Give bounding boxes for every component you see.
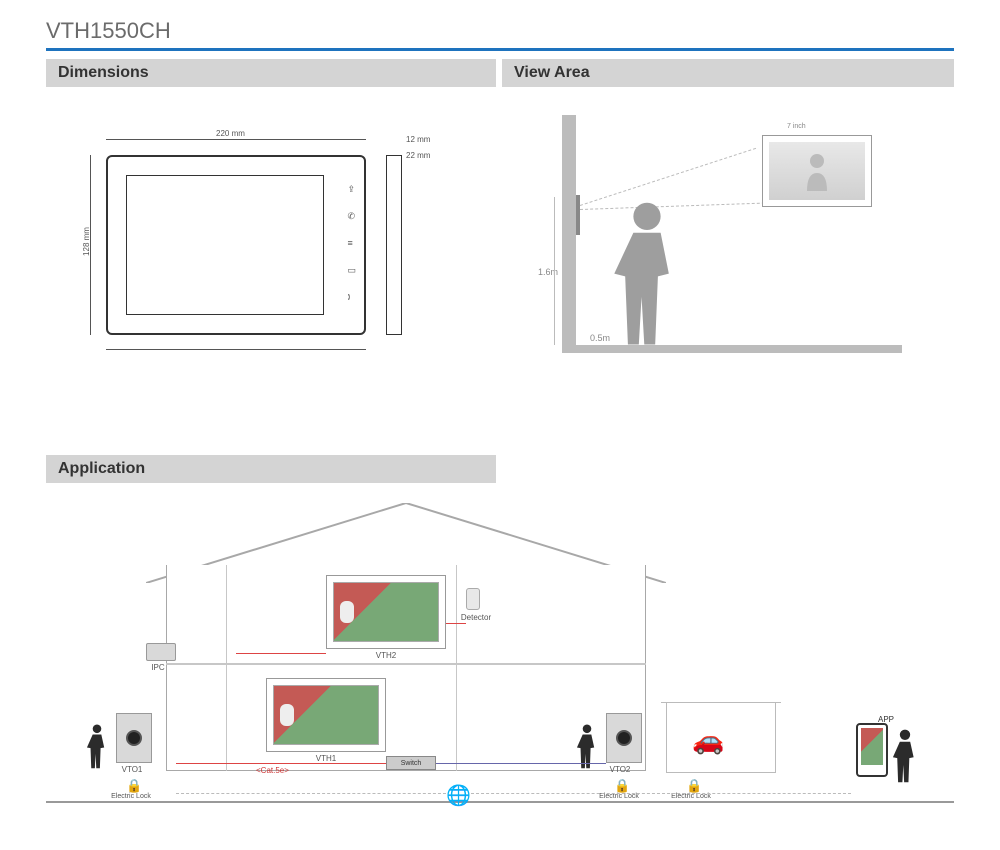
mount-height-label: 1.6m (538, 267, 558, 277)
switch-device: Switch (386, 756, 436, 770)
preview-monitor-screen (769, 142, 865, 200)
height-dim-line (554, 197, 555, 345)
conn-ipc-vth (236, 653, 326, 654)
view-area-header: View Area (502, 59, 954, 87)
monitor-icon: ▭ (347, 266, 356, 275)
top-content-row: 220 mm 128 mm ⇪ ✆ ≡ ▭ 🕽 12 mm 22 mm (46, 105, 954, 375)
phone-icon (856, 723, 888, 777)
device-front-view: ⇪ ✆ ≡ ▭ 🕽 (106, 155, 366, 335)
vto1-label: VTO1 (102, 765, 162, 774)
inner-floor (166, 663, 646, 665)
lock-icon-1: 🔒 (126, 778, 142, 794)
vth1-person-icon (280, 704, 294, 726)
garage-roof (661, 702, 781, 703)
phone-screen (861, 728, 883, 765)
switch-label: Switch (401, 760, 422, 767)
unlock-icon: ⇪ (347, 185, 356, 194)
net-line-left (176, 793, 446, 794)
dimensions-header: Dimensions (46, 59, 496, 87)
ipc-label: IPC (128, 663, 188, 672)
page-title: VTH1550CH (0, 0, 1000, 48)
lock-icon-2: 🔒 (614, 778, 630, 794)
dim-bottom-line (106, 349, 366, 350)
electric-lock-label-3: Electric Lock (666, 793, 716, 800)
garage: 🚗 (666, 703, 776, 773)
conn-switch-vto2 (436, 763, 606, 764)
dim-width-label: 220 mm (216, 129, 245, 138)
vto2-device (606, 713, 642, 763)
menu-icon: ≡ (347, 239, 356, 248)
call-icon: ✆ (347, 212, 356, 221)
device-side-view (386, 155, 402, 335)
ipc-camera-icon (146, 643, 176, 661)
device-screen (126, 175, 324, 315)
inner-wall-2 (456, 565, 457, 771)
view-area-diagram: 7 inch 1.6m 0.5m (502, 105, 954, 375)
vto1-lens-icon (126, 730, 142, 746)
net-line-right (471, 793, 851, 794)
dim-top-line (106, 139, 366, 140)
vto2-label: VTO2 (590, 765, 650, 774)
vto2-lens-icon (616, 730, 632, 746)
electric-lock-label-1: Electric Lock (106, 793, 156, 800)
dim-side2-label: 22 mm (406, 151, 430, 160)
cable-line (176, 763, 386, 764)
wall (562, 115, 576, 345)
application-header: Application (46, 455, 496, 483)
vth1-label: VTH1 (296, 754, 356, 763)
electric-lock-label-2: Electric Lock (594, 793, 644, 800)
inner-wall-1 (226, 565, 227, 771)
vth2-person-icon (340, 601, 354, 623)
dim-height-label: 128 mm (82, 227, 91, 256)
vth2-label: VTH2 (356, 651, 416, 660)
vth1-monitor (266, 678, 386, 752)
distance-label: 0.5m (590, 333, 610, 343)
person-app (892, 728, 918, 789)
talk-icon: 🕽 (347, 293, 356, 302)
dim-side1-label: 12 mm (406, 135, 430, 144)
vto1-device (116, 713, 152, 763)
application-diagram: IPC VTH2 Detector VTH1 <Cat.5e> Switch V… (46, 493, 954, 813)
ground-line (46, 801, 954, 803)
lock-icon-3: 🔒 (686, 778, 702, 794)
conn-vth2-det (446, 623, 466, 624)
vth1-screen (273, 685, 379, 745)
title-underline (46, 48, 954, 51)
sight-line-top (580, 148, 756, 206)
dimensions-diagram: 220 mm 128 mm ⇪ ✆ ≡ ▭ 🕽 12 mm 22 mm (46, 105, 496, 375)
vth2-screen (333, 582, 439, 642)
preview-monitor (762, 135, 872, 207)
car-icon: 🚗 (692, 725, 724, 756)
detector-icon (466, 588, 480, 610)
person-vto2 (576, 723, 598, 774)
person-vto1 (86, 723, 108, 774)
vth2-monitor (326, 575, 446, 649)
screen-size-label: 7 inch (787, 123, 806, 130)
cable-label: <Cat.5e> (256, 766, 289, 775)
wall-mounted-unit (576, 195, 580, 235)
device-buttons-column: ⇪ ✆ ≡ ▭ 🕽 (347, 185, 356, 302)
app-label: APP (878, 715, 894, 724)
person-silhouette (612, 200, 682, 355)
section-headers-row: Dimensions View Area (46, 59, 954, 87)
globe-icon: 🌐 (446, 783, 471, 808)
detector-label: Detector (446, 613, 506, 622)
